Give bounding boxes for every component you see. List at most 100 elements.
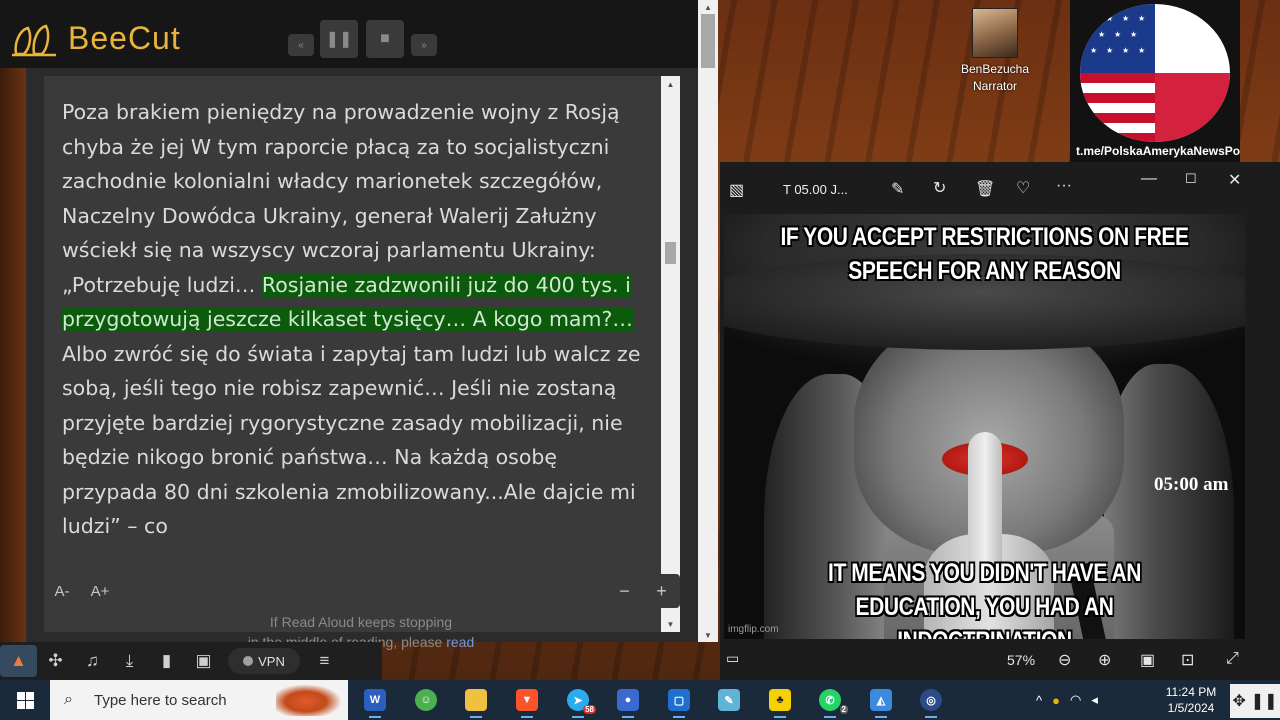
font-increase-button[interactable]: A+ — [91, 583, 110, 600]
telegram-badge: 58 — [583, 705, 596, 714]
zoom-out-button[interactable]: − — [619, 581, 630, 602]
taskbar-bee[interactable]: ♣ — [760, 684, 800, 718]
wifi-icon[interactable]: ◠ — [1070, 692, 1081, 708]
taskbar-whatsapp[interactable]: ✆ 2 — [810, 684, 850, 718]
download-icon[interactable]: ⤓ — [111, 642, 148, 680]
windows-logo-icon — [16, 691, 34, 709]
scroll-up-icon[interactable]: ▲ — [661, 76, 680, 92]
favorite-heart-icon[interactable]: ♡ — [1016, 178, 1030, 198]
narrator-role: Narrator — [972, 79, 1017, 93]
volume-icon[interactable]: ◂ — [1091, 692, 1098, 708]
meme-top-caption: If you accept restrictions on free speec… — [780, 223, 1189, 285]
rewind-button[interactable]: « — [288, 34, 314, 56]
vpn-status-icon — [243, 656, 254, 666]
wallet-icon[interactable]: ▣ — [185, 642, 222, 680]
window-scrollbar[interactable]: ▲ ▼ — [698, 0, 718, 642]
photos-viewer-window: ▧ T 05.00 J... ✎ ↻ 🗑 ♡ ··· — ☐ ✕ If you … — [720, 162, 1280, 680]
green-app-icon: ☺ — [415, 689, 437, 711]
stop-button[interactable]: ■ — [366, 20, 404, 58]
taskbar-telegram[interactable]: ➤ 58 — [558, 684, 598, 718]
bee-logo-icon — [12, 24, 56, 57]
vpn-button[interactable]: VPN — [228, 648, 300, 674]
photos-side-strip — [1245, 214, 1280, 639]
tray-overflow-icon[interactable]: ^ — [1036, 693, 1042, 708]
browser-toolbar: ▲ ✣ ♫ ⤓ ▮ ▣ VPN ≡ — [0, 642, 382, 680]
help-line-1: If Read Aloud keeps stopping — [269, 614, 453, 630]
word-icon: W — [364, 689, 386, 711]
taskbar-file-explorer[interactable] — [456, 684, 496, 718]
narrator-label: BenBezucha Narrator — [934, 61, 1056, 95]
rotate-icon[interactable]: ↻ — [933, 178, 946, 198]
pause-icon[interactable]: ❚❚ — [1251, 691, 1278, 711]
reader-zoom-controls: − + — [606, 574, 680, 608]
tray-app-icon[interactable]: ● — [1052, 693, 1060, 708]
meme-image[interactable]: If you accept restrictions on free speec… — [724, 214, 1245, 639]
taskbar-clock[interactable]: 11:24 PM 1/5/2024 — [1156, 684, 1226, 716]
us-poland-flag-icon: ★ ★ ★ ★ ★ ★ ★ ★ ★ ★ ★ — [1080, 4, 1230, 142]
fullscreen-icon[interactable]: ⤢ — [1226, 650, 1239, 668]
narrator-name: BenBezucha — [960, 62, 1030, 76]
window-scroll-thumb[interactable] — [701, 14, 715, 68]
scroll-down-icon[interactable]: ▼ — [698, 628, 718, 642]
floating-controls: ✥ ❚❚ — [1230, 684, 1280, 718]
taskbar-photos[interactable]: ◭ — [861, 684, 901, 718]
close-icon[interactable]: ✕ — [1228, 170, 1241, 190]
zoom-level: 57% — [1007, 652, 1036, 668]
reader-scrollbar[interactable]: ▲ ▼ — [661, 76, 680, 632]
narrator-avatar — [972, 8, 1018, 58]
folder-icon — [465, 689, 487, 711]
taskbar-notes[interactable]: ✎ — [709, 684, 749, 716]
recorder-icon: ● — [617, 689, 639, 711]
scroll-up-icon[interactable]: ▲ — [698, 0, 718, 14]
taskbar-search[interactable]: ⌕ Type here to search — [50, 680, 348, 720]
photos-title: T 05.00 J... — [783, 182, 848, 197]
photos-icon: ◭ — [870, 689, 892, 711]
read-aloud-panel: Poza brakiem pieniędzy na prowadzenie wo… — [26, 68, 698, 650]
pause-button[interactable]: ❚❚ — [320, 20, 358, 58]
more-options-icon[interactable]: ··· — [1056, 177, 1072, 195]
beecut-title: BeeCut — [68, 20, 181, 56]
channel-url: t.me/PolskaAmerykaNewsPo — [1076, 144, 1241, 158]
forward-button[interactable]: » — [411, 34, 437, 56]
photos-app-icon: ▧ — [729, 182, 745, 199]
photos-titlebar: ▧ T 05.00 J... ✎ ↻ 🗑 ♡ ··· — ☐ ✕ — [720, 162, 1280, 214]
menu-icon[interactable]: ≡ — [306, 642, 343, 680]
help-read-link[interactable]: read — [446, 634, 474, 650]
extensions-icon[interactable]: ✣ — [37, 642, 74, 680]
zoom-in-button[interactable]: + — [656, 581, 667, 602]
whatsapp-icon: ✆ — [819, 689, 841, 711]
zoom-in-icon[interactable]: ⊕ — [1098, 650, 1111, 670]
filmstrip-icon[interactable]: ▭ — [726, 650, 739, 667]
taskbar-word[interactable]: W — [355, 684, 395, 718]
taskbar-beecut[interactable]: ● — [608, 684, 648, 718]
read-aloud-extension-icon[interactable]: ▲ — [0, 645, 37, 677]
imgflip-watermark: imgflip.com — [728, 624, 779, 635]
delete-icon[interactable]: 🗑 — [975, 179, 995, 199]
edit-image-icon[interactable]: ✎ — [891, 179, 904, 199]
search-icon: ⌕ — [64, 691, 73, 708]
sidebar-icon[interactable]: ▮ — [148, 642, 185, 680]
channel-logo-tile: ★ ★ ★ ★ ★ ★ ★ ★ ★ ★ ★ t.me/PolskaAmeryka… — [1070, 0, 1240, 162]
start-button[interactable] — [0, 680, 50, 720]
taskbar-brave[interactable]: ▼ — [507, 684, 547, 718]
reader-scroll-thumb[interactable] — [665, 242, 676, 264]
taskbar-circle-app[interactable]: ◎ — [911, 684, 951, 718]
search-highlight-bird-icon — [276, 684, 342, 716]
music-icon[interactable]: ♫ — [74, 642, 111, 680]
fit-screen-icon[interactable]: ▣ — [1140, 650, 1155, 670]
reader-text: Poza brakiem pieniędzy na prowadzenie wo… — [62, 95, 652, 544]
actual-size-icon[interactable]: ⊡ — [1181, 650, 1194, 670]
taskbar-app-blue[interactable]: ▢ — [659, 684, 699, 718]
reader-text-area[interactable]: Poza brakiem pieniędzy na prowadzenie wo… — [44, 76, 680, 632]
move-icon[interactable]: ✥ — [1232, 691, 1245, 711]
maximize-icon[interactable]: ☐ — [1185, 171, 1197, 187]
vpn-label: VPN — [258, 653, 285, 669]
zoom-out-icon[interactable]: ⊖ — [1058, 650, 1071, 670]
circle-app-icon: ◎ — [920, 689, 942, 711]
scroll-down-icon[interactable]: ▼ — [661, 616, 680, 632]
taskbar-green-app[interactable]: ☺ — [406, 684, 446, 716]
clock-date: 1/5/2024 — [1167, 701, 1215, 715]
bee-app-icon: ♣ — [769, 689, 791, 711]
font-decrease-button[interactable]: A- — [55, 583, 70, 600]
minimize-icon[interactable]: — — [1141, 170, 1157, 188]
